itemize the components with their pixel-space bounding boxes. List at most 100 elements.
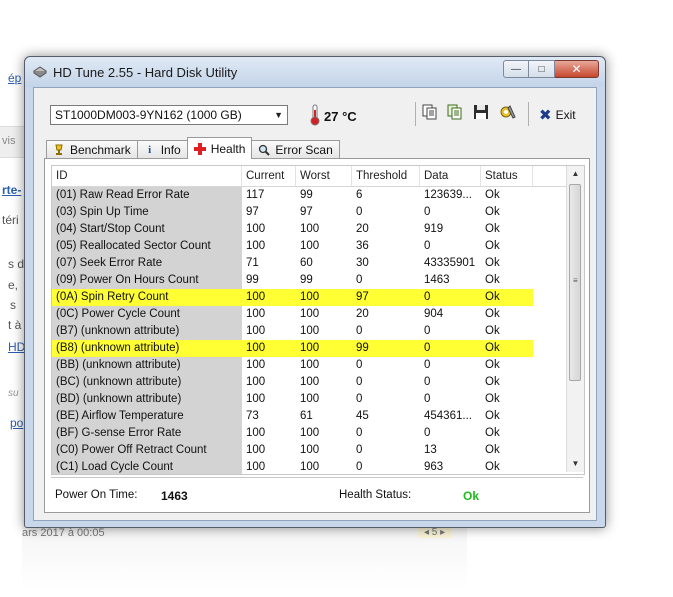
column-header-data[interactable]: Data [420, 166, 481, 186]
cell-current: 73 [246, 410, 259, 422]
table-row[interactable]: (07) Seek Error Rate 71 60 30 43335901 Ok [52, 255, 566, 272]
minimize-button[interactable]: — [503, 60, 529, 78]
cell-current: 100 [246, 240, 266, 252]
tab-health[interactable]: Health [186, 137, 253, 159]
column-header-status[interactable]: Status [481, 166, 533, 186]
cell-worst: 100 [296, 340, 352, 357]
cell-threshold: 36 [356, 240, 369, 252]
tab-info-label: Info [160, 143, 181, 157]
toolbar-separator [415, 102, 416, 126]
column-header-worst[interactable]: Worst [296, 166, 352, 186]
bg-fragment[interactable]: ép [8, 71, 21, 85]
cell-current: 97 [246, 206, 259, 218]
table-row[interactable]: (BE) Airflow Temperature 73 61 45 454361... O… [52, 408, 566, 425]
table-row[interactable]: (B7) (unknown attribute) 100 100 0 0 Ok [52, 323, 566, 340]
cell-data: 919 [424, 223, 444, 235]
title-bar[interactable]: HD Tune 2.55 - Hard Disk Utility — □ ✕ [25, 57, 605, 87]
cell-status: Ok [485, 240, 500, 252]
cell-threshold: 0 [356, 359, 363, 371]
hdtune-window: HD Tune 2.55 - Hard Disk Utility — □ ✕ S… [24, 56, 606, 528]
copy-all-button[interactable] [445, 104, 465, 124]
cell-data: 0 [424, 393, 431, 405]
close-button[interactable]: ✕ [555, 60, 599, 78]
chevron-down-icon: ▼ [274, 110, 283, 120]
cell-worst: 100 [300, 461, 320, 473]
cell-current: 100 [242, 340, 296, 357]
exit-x-icon: ✖ [539, 107, 552, 124]
cell-threshold: 97 [352, 289, 420, 306]
scroll-up-arrow-icon[interactable]: ▲ [567, 166, 584, 182]
benchmark-icon [53, 144, 65, 156]
table-row[interactable]: (03) Spin Up Time 97 97 0 0 Ok [52, 204, 566, 221]
cell-worst: 100 [300, 393, 320, 405]
cell-status: Ok [485, 461, 500, 473]
cell-worst: 100 [300, 325, 320, 337]
cell-current: 100 [242, 289, 296, 306]
bg-fragment[interactable]: rte- [2, 183, 21, 197]
table-row[interactable]: (C0) Power Off Retract Count 100 100 0 13 Ok [52, 442, 566, 459]
cell-threshold: 0 [356, 206, 363, 218]
cell-worst: 100 [300, 427, 320, 439]
cell-worst: 60 [300, 257, 313, 269]
tab-info[interactable]: i Info [136, 140, 188, 159]
cell-worst: 100 [300, 376, 320, 388]
cell-status: Ok [485, 376, 500, 388]
table-row[interactable]: (C1) Load Cycle Count 100 100 0 963 Ok [52, 459, 566, 474]
tab-benchmark[interactable]: Benchmark [46, 140, 138, 159]
table-row[interactable]: (BC) (unknown attribute) 100 100 0 0 Ok [52, 374, 566, 391]
bg-fragment[interactable]: po [10, 416, 23, 430]
maximize-button[interactable]: □ [529, 60, 555, 78]
bg-footer-date: ars 2017 à 00:05 [22, 527, 105, 539]
scrollbar-thumb[interactable]: ≡ [569, 184, 581, 381]
health-cross-icon [193, 142, 206, 155]
cell-current: 100 [246, 223, 266, 235]
scroll-down-arrow-icon[interactable]: ▼ [567, 456, 584, 472]
grip-icon: ≡ [573, 276, 578, 285]
options-button[interactable] [498, 104, 518, 124]
cell-id: (B8) (unknown attribute) [52, 340, 242, 357]
cell-worst: 100 [296, 289, 352, 306]
cell-current: 100 [246, 359, 266, 371]
table-row[interactable]: (BF) G-sense Error Rate 100 100 0 0 Ok [52, 425, 566, 442]
save-button[interactable] [471, 104, 491, 124]
cell-id: (BE) Airflow Temperature [52, 408, 242, 425]
table-row[interactable]: (05) Reallocated Sector Count 100 100 36 0 Ok [52, 238, 566, 255]
tab-error-scan[interactable]: Error Scan [251, 140, 340, 159]
table-row[interactable]: (0A) Spin Retry Count 100 100 97 0 Ok [52, 289, 566, 306]
copy-icon [422, 104, 438, 125]
copy-button[interactable] [420, 104, 440, 124]
table-row[interactable]: (B8) (unknown attribute) 100 100 99 0 Ok [52, 340, 566, 357]
table-row[interactable]: (BD) (unknown attribute) 100 100 0 0 Ok [52, 391, 566, 408]
table-row[interactable]: (0C) Power Cycle Count 100 100 20 904 Ok [52, 306, 566, 323]
cell-data: 454361... [424, 410, 472, 422]
cell-threshold: 0 [356, 274, 363, 286]
tab-benchmark-label: Benchmark [70, 143, 131, 157]
column-header-threshold[interactable]: Threshold [352, 166, 420, 186]
bg-pager[interactable]: ◂ 5 ▸ [418, 527, 452, 538]
table-row[interactable]: (BB) (unknown attribute) 100 100 0 0 Ok [52, 357, 566, 374]
health-status-value: Ok [463, 489, 480, 503]
column-header-current[interactable]: Current [242, 166, 296, 186]
bg-fragment[interactable]: HD [8, 340, 25, 354]
bg-fragment: téri [2, 213, 19, 227]
cell-data: 0 [424, 359, 431, 371]
vertical-scrollbar[interactable]: ▲ ≡ ▼ [566, 166, 584, 472]
bg-fragment: e, [8, 278, 19, 292]
cell-id: (01) Raw Read Error Rate [52, 187, 242, 204]
options-tools-icon [499, 104, 517, 125]
cell-id: (05) Reallocated Sector Count [52, 238, 242, 255]
cell-status: Ok [485, 427, 500, 439]
column-header-id[interactable]: ID [52, 166, 242, 186]
exit-button[interactable]: ✖ Exit [539, 106, 576, 124]
status-line: Power On Time: 1463 Health Status: Ok [51, 477, 583, 508]
column-header-filler [533, 166, 566, 186]
cell-threshold: 99 [352, 340, 420, 357]
table-row[interactable]: (09) Power On Hours Count 99 99 0 1463 Ok [52, 272, 566, 289]
thermometer-icon [309, 104, 321, 126]
cell-worst: 100 [300, 444, 320, 456]
drive-select[interactable]: ST1000DM003-9YN162 (1000 GB) ▼ [50, 105, 288, 125]
table-row[interactable]: (01) Raw Read Error Rate 117 99 6 123639... O… [52, 187, 566, 204]
table-row[interactable]: (04) Start/Stop Count 100 100 20 919 Ok [52, 221, 566, 238]
cell-worst: 100 [300, 308, 320, 320]
cell-id: (0C) Power Cycle Count [52, 306, 242, 323]
